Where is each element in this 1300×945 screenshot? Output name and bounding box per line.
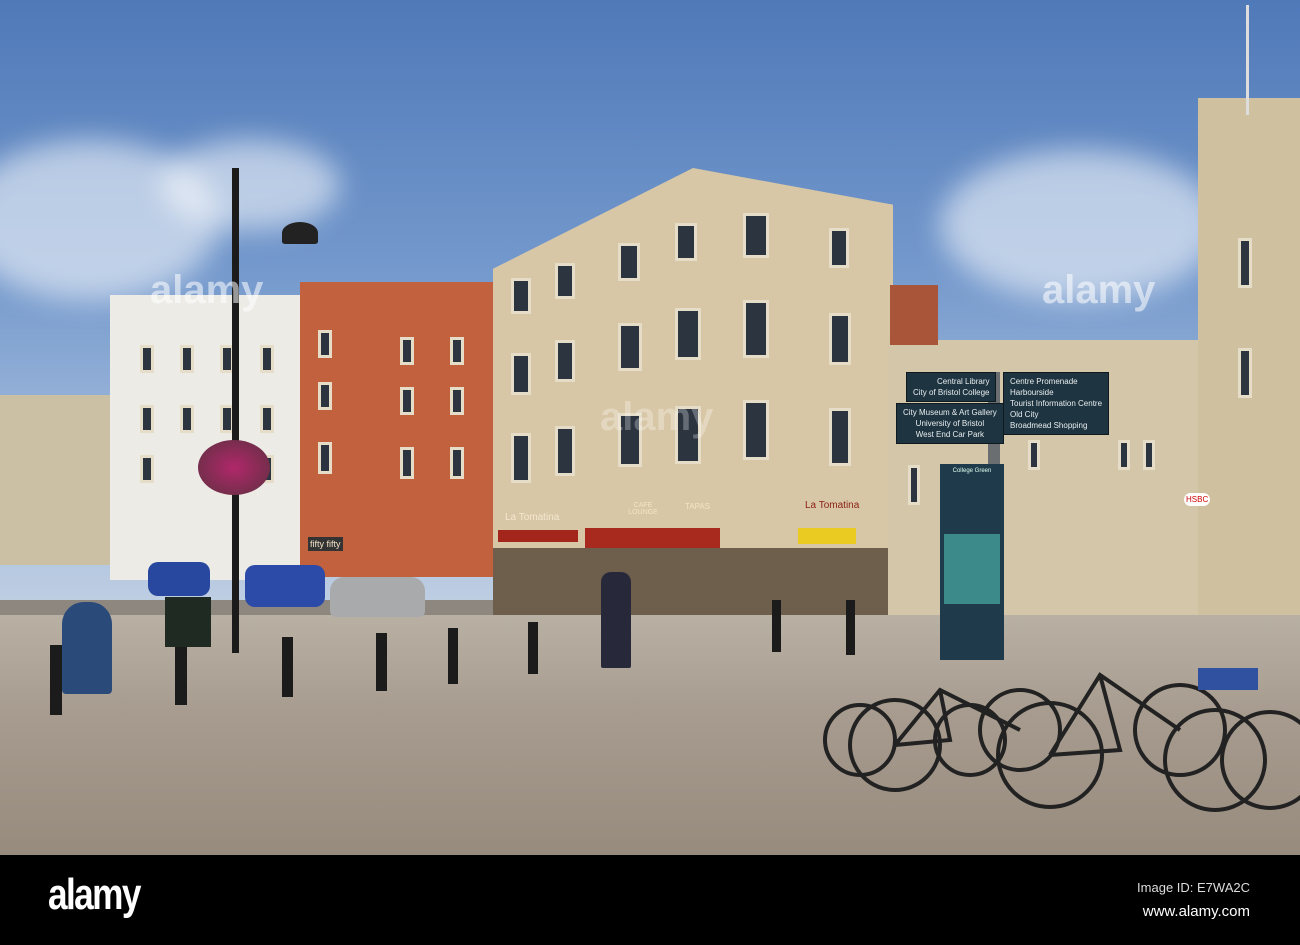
alamy-logo: alamy <box>48 870 141 919</box>
sign-text: Tourist Information Centre <box>1010 399 1103 408</box>
bike-wheel <box>1220 710 1300 810</box>
la-tomatina-sign: La Tomatina <box>505 512 560 523</box>
sign-text: Centre Promenade <box>1010 377 1078 386</box>
white-building <box>110 295 305 580</box>
sign-text: Central Library <box>937 377 990 386</box>
bollard <box>448 628 458 684</box>
lamp-head-icon <box>282 222 318 244</box>
bollard <box>282 637 293 697</box>
flagpole <box>1246 5 1249 115</box>
building-left <box>0 395 112 565</box>
sign-left-bottom: City Museum & Art Gallery University of … <box>896 403 1004 444</box>
sign-text: Broadmead Shopping <box>1010 421 1088 430</box>
sign-right: Centre Promenade Harbourside Tourist Inf… <box>1003 372 1110 435</box>
sign-text: City of Bristol College <box>913 388 990 397</box>
bicycles <box>823 668 1300 812</box>
lamp-post <box>232 168 239 653</box>
website-link[interactable]: www.alamy.com <box>1143 903 1250 920</box>
bollard <box>50 645 62 715</box>
bin <box>165 597 211 647</box>
bollard <box>772 600 781 652</box>
cloud <box>160 140 340 230</box>
footer-bar <box>0 855 1300 945</box>
map-board-title: College Green <box>952 468 992 474</box>
sign-left-top: Central Library City of Bristol College <box>906 372 997 402</box>
sign-text: University of Bristol <box>915 419 985 428</box>
tapas-sign: TAPAS <box>685 502 711 511</box>
watermark: alamy <box>150 268 264 312</box>
fifty-fifty-sign: fifty fifty <box>308 537 343 551</box>
sign-text: West End Car Park <box>915 430 985 439</box>
image-id: Image ID: E7WA2C <box>1137 880 1250 895</box>
sign-text: City Museum & Art Gallery <box>903 408 997 417</box>
tower-building-right: HSBC <box>1184 98 1300 640</box>
flower-basket <box>198 440 270 495</box>
watermark: alamy <box>600 395 714 439</box>
car <box>245 565 325 607</box>
sign-text: Old City <box>1010 410 1039 419</box>
chimney <box>890 285 938 345</box>
car <box>330 577 425 617</box>
pedestrian <box>601 572 631 668</box>
bollard <box>175 643 187 705</box>
watermark: alamy <box>1042 268 1156 312</box>
cafe-lounge-sign: CAFE LOUNGE <box>628 502 658 516</box>
hsbc-sign: HSBC <box>1184 493 1211 506</box>
la-tomatina-sign-2: La Tomatina <box>805 500 860 511</box>
sign-text: Harbourside <box>1010 388 1054 397</box>
car <box>148 562 210 596</box>
red-brick-building: fifty fifty <box>300 282 496 577</box>
bollard <box>376 633 387 691</box>
parking-meter <box>62 602 112 694</box>
bollard <box>528 622 538 674</box>
